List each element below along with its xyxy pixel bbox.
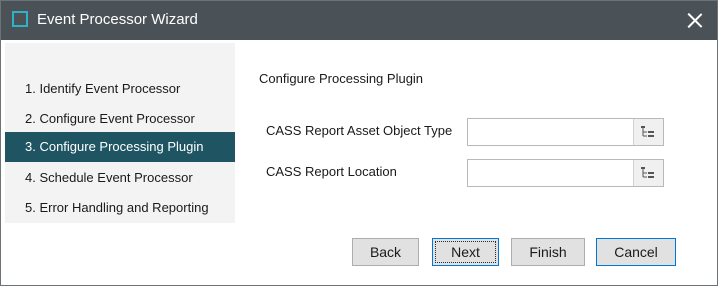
- back-button[interactable]: Back: [352, 238, 419, 266]
- tree-browse-icon[interactable]: [633, 119, 663, 145]
- focus-ring: [435, 241, 496, 263]
- step-schedule-event-processor[interactable]: 4. Schedule Event Processor: [5, 163, 235, 193]
- title-bar: Event Processor Wizard: [1, 1, 717, 40]
- asset-object-type-input[interactable]: [468, 119, 646, 145]
- report-location-input[interactable]: [468, 160, 646, 186]
- close-icon[interactable]: [684, 10, 706, 32]
- tree-browse-icon[interactable]: [633, 160, 663, 186]
- next-button[interactable]: Next: [432, 238, 499, 266]
- finish-button[interactable]: Finish: [511, 238, 585, 266]
- wizard-steps-panel: 1. Identify Event Processor 2. Configure…: [5, 43, 235, 223]
- report-location-label: CASS Report Location: [266, 164, 397, 179]
- step-configure-event-processor[interactable]: 2. Configure Event Processor: [5, 104, 235, 134]
- asset-object-type-field: [467, 118, 664, 146]
- step-configure-processing-plugin[interactable]: 3. Configure Processing Plugin: [5, 132, 235, 162]
- wizard-window: Event Processor Wizard 1. Identify Event…: [0, 0, 718, 286]
- step-error-handling-and-reporting[interactable]: 5. Error Handling and Reporting: [5, 193, 235, 223]
- report-location-field: [467, 159, 664, 187]
- window-title: Event Processor Wizard: [37, 11, 198, 28]
- asset-object-type-label: CASS Report Asset Object Type: [266, 123, 453, 138]
- cancel-button[interactable]: Cancel: [596, 238, 676, 266]
- step-identify-event-processor[interactable]: 1. Identify Event Processor: [5, 74, 235, 104]
- section-title: Configure Processing Plugin: [259, 71, 424, 86]
- app-window-icon: [12, 11, 28, 27]
